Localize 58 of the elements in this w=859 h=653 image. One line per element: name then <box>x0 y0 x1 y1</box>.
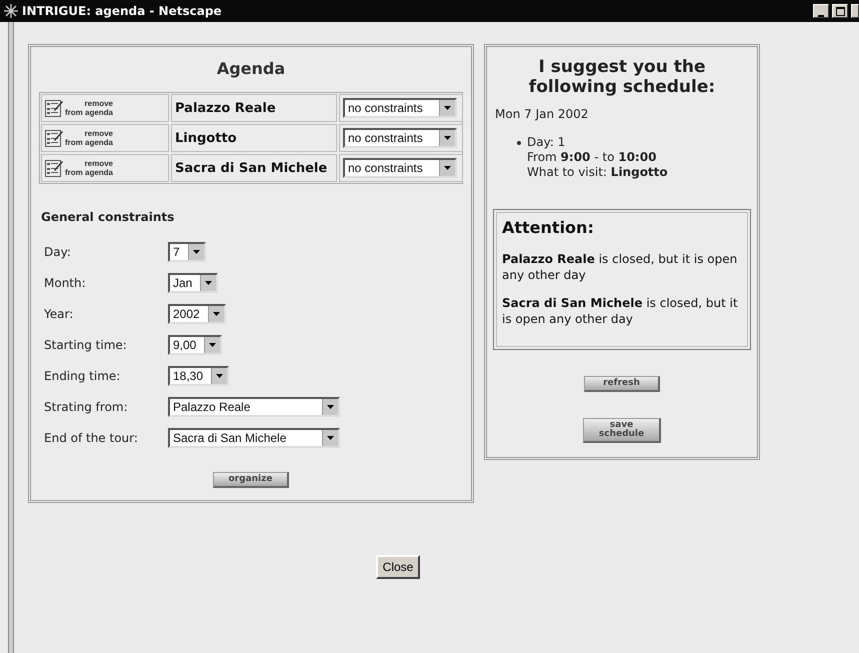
remove-button[interactable]: remove from agenda <box>45 99 114 117</box>
field-label: Ending time: <box>44 369 120 383</box>
caret-icon <box>444 166 451 170</box>
attention-message: Palazzo Reale is closed, but it is open any other day <box>502 251 738 283</box>
schedule-date: Mon 7 Jan 2002 <box>495 107 590 121</box>
place-name: Palazzo Reale <box>171 94 337 122</box>
field-select[interactable]: 9,00 <box>168 335 222 355</box>
remove-button[interactable]: remove from agenda <box>45 159 114 177</box>
list-edit-icon <box>45 130 63 146</box>
field-select[interactable]: 18,30 <box>168 366 230 386</box>
field-select[interactable]: Jan <box>168 273 218 293</box>
field-label: Day: <box>44 245 71 259</box>
caret-icon <box>444 106 451 110</box>
field-select[interactable]: Sacra di San Michele <box>168 428 340 448</box>
attention-heading: Attention: <box>502 218 595 237</box>
attention-message: Sacra di San Michele is closed, but it is open any other day <box>502 295 739 327</box>
field-select[interactable]: Palazzo Reale <box>168 397 340 417</box>
schedule-button[interactable]: refresh <box>584 376 660 392</box>
maximize-button[interactable] <box>832 4 848 18</box>
app-icon <box>3 3 19 19</box>
field-label: End of the tour: <box>44 431 138 445</box>
field-label: Strating from: <box>44 400 128 414</box>
field-select[interactable]: 2002 <box>168 304 226 324</box>
minimize-button[interactable] <box>813 4 829 18</box>
field-label: Starting time: <box>44 338 127 352</box>
field-label: Year: <box>44 307 74 321</box>
constraint-select[interactable]: no constraints <box>343 98 457 118</box>
schedule-line: What to visit: Lingotto <box>527 165 668 179</box>
schedule-line: From 9:00 - to 10:00 <box>527 150 658 164</box>
place-name: Sacra di San Michele <box>171 154 337 182</box>
field-select[interactable]: 7 <box>168 242 206 262</box>
caret-icon <box>209 343 216 347</box>
list-edit-icon <box>45 100 63 116</box>
remove-button[interactable]: remove from agenda <box>45 129 114 147</box>
agenda-heading: Agenda <box>216 58 286 80</box>
caret-icon <box>327 436 334 440</box>
list-edit-icon <box>45 160 63 176</box>
caret-icon <box>327 405 334 409</box>
place-name: Lingotto <box>171 124 337 152</box>
constraint-select[interactable]: no constraints <box>343 128 457 148</box>
caret-icon <box>205 281 212 285</box>
close-button[interactable] <box>851 4 859 18</box>
section-heading: General constraints <box>41 210 176 224</box>
schedule-button[interactable]: save schedule <box>583 418 661 443</box>
close-page-button[interactable]: Close <box>376 555 420 579</box>
maximize-icon <box>836 7 844 16</box>
field-label: Month: <box>44 276 86 290</box>
caret-icon <box>212 312 220 316</box>
caret-icon <box>216 374 224 378</box>
bullet-icon <box>517 141 521 145</box>
organize-button[interactable]: organize <box>213 472 289 488</box>
schedule-line: Day: 1 <box>527 135 566 149</box>
caret-icon <box>444 136 451 140</box>
minimize-icon <box>818 15 824 17</box>
window-title: INTRIGUE: agenda - Netscape <box>22 4 223 18</box>
constraint-select[interactable]: no constraints <box>343 158 457 178</box>
schedule-heading: I suggest you the following schedule: <box>528 56 716 99</box>
caret-icon <box>192 250 200 254</box>
